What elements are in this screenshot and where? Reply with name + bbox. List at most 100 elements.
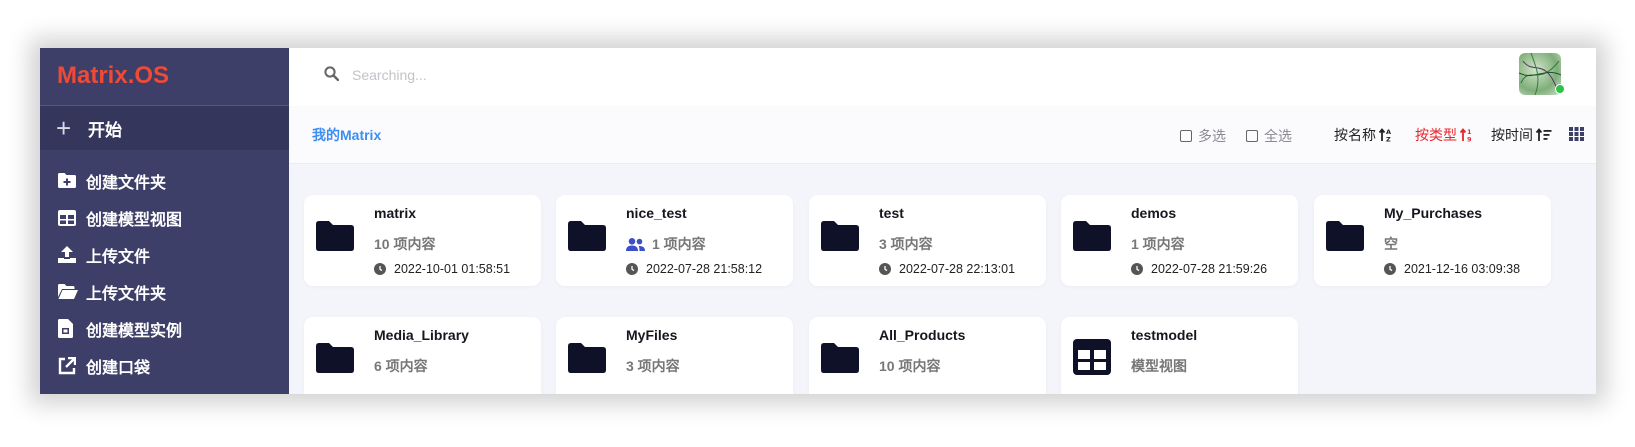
folder-icon <box>568 343 606 378</box>
sidebar: Matrix.OS + 开始 创建文件夹 创建模型视图 上传文件 上传文件夹 创… <box>40 48 289 394</box>
clock-icon <box>374 263 386 275</box>
folder-card[interactable]: demos 1 项内容 2022-07-28 21:59:26 <box>1061 195 1298 286</box>
folder-card[interactable]: test 3 项内容 2022-07-28 22:13:01 <box>809 195 1046 286</box>
clock-icon <box>1384 263 1396 275</box>
file-icon <box>58 319 86 338</box>
folder-icon <box>821 343 859 378</box>
sidebar-item-label: 创建模型视图 <box>86 211 183 229</box>
sort-label: 按类型 <box>1415 127 1457 143</box>
model-view-card[interactable]: testmodel 模型视图 <box>1061 317 1298 394</box>
item-date-text: 2022-07-28 21:58:12 <box>646 262 763 276</box>
item-date: 2022-07-28 22:13:01 <box>879 262 1015 276</box>
external-link-icon <box>58 356 86 375</box>
folder-card[interactable]: My_Purchases 空 2021-12-16 03:09:38 <box>1314 195 1551 286</box>
folder-card[interactable]: matrix 10 项内容 2022-10-01 01:58:51 <box>304 195 541 286</box>
plus-icon: + <box>56 113 72 143</box>
sidebar-item-upload-file[interactable]: 上传文件 <box>40 236 289 273</box>
app-logo[interactable]: Matrix.OS <box>40 48 289 106</box>
item-count: 模型视图 <box>1131 358 1187 374</box>
grid-view-icon[interactable] <box>1569 127 1584 146</box>
item-name: nice_test <box>626 205 687 221</box>
item-count: 1 项内容 <box>1131 236 1185 252</box>
folder-icon <box>316 221 354 256</box>
item-name: test <box>879 205 904 221</box>
svg-text:Z: Z <box>1386 136 1391 143</box>
item-count: 10 项内容 <box>374 236 436 252</box>
item-name: All_Products <box>879 327 966 343</box>
start-label: 开始 <box>88 120 122 140</box>
table-icon <box>58 209 86 226</box>
sort-by-time-button[interactable]: 按时间 <box>1491 125 1552 145</box>
sort-label: 按名称 <box>1334 127 1376 143</box>
sidebar-item-label: 创建模型实例 <box>86 322 183 340</box>
item-date: 2022-07-28 21:59:26 <box>1131 262 1267 276</box>
shared-users-icon <box>626 237 645 251</box>
sidebar-item-create-pocket[interactable]: 创建口袋 <box>40 347 289 384</box>
folder-card[interactable]: Media_Library 6 项内容 <box>304 317 541 394</box>
select-all-label: 全选 <box>1264 128 1292 144</box>
folder-icon <box>316 343 354 378</box>
clock-icon <box>626 263 638 275</box>
upload-icon <box>58 246 86 263</box>
item-name: matrix <box>374 205 417 221</box>
search-icon <box>324 66 340 86</box>
online-status-dot <box>1555 84 1565 94</box>
sort-amount-icon <box>1536 128 1552 141</box>
item-count: 10 项内容 <box>879 358 941 374</box>
sidebar-item-label: 创建口袋 <box>86 359 151 377</box>
folder-icon <box>568 221 606 256</box>
sidebar-item-create-model-view[interactable]: 创建模型视图 <box>40 199 289 236</box>
select-all-checkbox[interactable]: 全选 <box>1246 126 1292 146</box>
item-date: 2022-07-28 21:58:12 <box>626 262 762 276</box>
breadcrumb[interactable]: 我的Matrix <box>312 125 381 145</box>
item-name: MyFiles <box>626 327 678 343</box>
item-date: 2021-12-16 03:09:38 <box>1384 262 1520 276</box>
checkbox-icon <box>1180 130 1192 142</box>
folder-icon <box>821 221 859 256</box>
clock-icon <box>879 263 891 275</box>
sort-by-name-button[interactable]: 按名称 AZ <box>1334 125 1394 145</box>
item-count: 1 项内容 <box>626 234 706 254</box>
item-count-text: 1 项内容 <box>652 236 706 252</box>
search-input[interactable] <box>352 64 852 86</box>
svg-text:9: 9 <box>1467 136 1472 143</box>
checkbox-icon <box>1246 130 1258 142</box>
sidebar-menu: 创建文件夹 创建模型视图 上传文件 上传文件夹 创建模型实例 创建口袋 <box>40 150 289 384</box>
item-date-text: 2022-07-28 22:13:01 <box>899 262 1016 276</box>
item-date: 2022-10-01 01:58:51 <box>374 262 510 276</box>
sidebar-item-label: 创建文件夹 <box>86 174 167 192</box>
sidebar-item-create-folder[interactable]: 创建文件夹 <box>40 162 289 199</box>
folder-open-icon <box>58 284 86 299</box>
item-name: testmodel <box>1131 327 1198 343</box>
folder-icon <box>1073 221 1111 256</box>
sort-by-type-button[interactable]: 按类型 19 <box>1415 125 1474 145</box>
folder-card[interactable]: All_Products 10 项内容 <box>809 317 1046 394</box>
folder-card[interactable]: nice_test 1 项内容 2022-07-28 21:58:12 <box>556 195 793 286</box>
sidebar-item-label: 上传文件 <box>86 248 151 266</box>
clock-icon <box>1131 263 1143 275</box>
main-area: 我的Matrix 多选 全选 按名称 AZ 按类型 19 按时间 <box>289 48 1596 394</box>
sidebar-item-upload-folder[interactable]: 上传文件夹 <box>40 273 289 310</box>
item-count: 3 项内容 <box>626 358 680 374</box>
item-date-text: 2022-07-28 21:59:26 <box>1151 262 1268 276</box>
folder-icon <box>1326 221 1364 256</box>
toolbar: 我的Matrix 多选 全选 按名称 AZ 按类型 19 按时间 <box>289 106 1596 164</box>
item-count: 6 项内容 <box>374 358 428 374</box>
item-name: demos <box>1131 205 1177 221</box>
table-icon <box>1073 339 1111 380</box>
multi-select-label: 多选 <box>1198 128 1226 144</box>
item-count: 空 <box>1384 236 1398 252</box>
sort-label: 按时间 <box>1491 127 1533 143</box>
item-count: 3 项内容 <box>879 236 933 252</box>
sidebar-item-create-model-instance[interactable]: 创建模型实例 <box>40 310 289 347</box>
app-window: Matrix.OS + 开始 创建文件夹 创建模型视图 上传文件 上传文件夹 创… <box>40 48 1596 394</box>
sort-numeric-icon: 19 <box>1460 128 1472 143</box>
sort-alpha-icon: AZ <box>1379 128 1391 143</box>
item-name: My_Purchases <box>1384 205 1483 221</box>
multi-select-checkbox[interactable]: 多选 <box>1180 126 1226 146</box>
item-date-text: 2021-12-16 03:09:38 <box>1404 262 1521 276</box>
start-button[interactable]: + 开始 <box>40 106 289 150</box>
folder-card[interactable]: MyFiles 3 项内容 <box>556 317 793 394</box>
folder-plus-icon <box>58 173 86 188</box>
top-bar <box>289 48 1596 106</box>
